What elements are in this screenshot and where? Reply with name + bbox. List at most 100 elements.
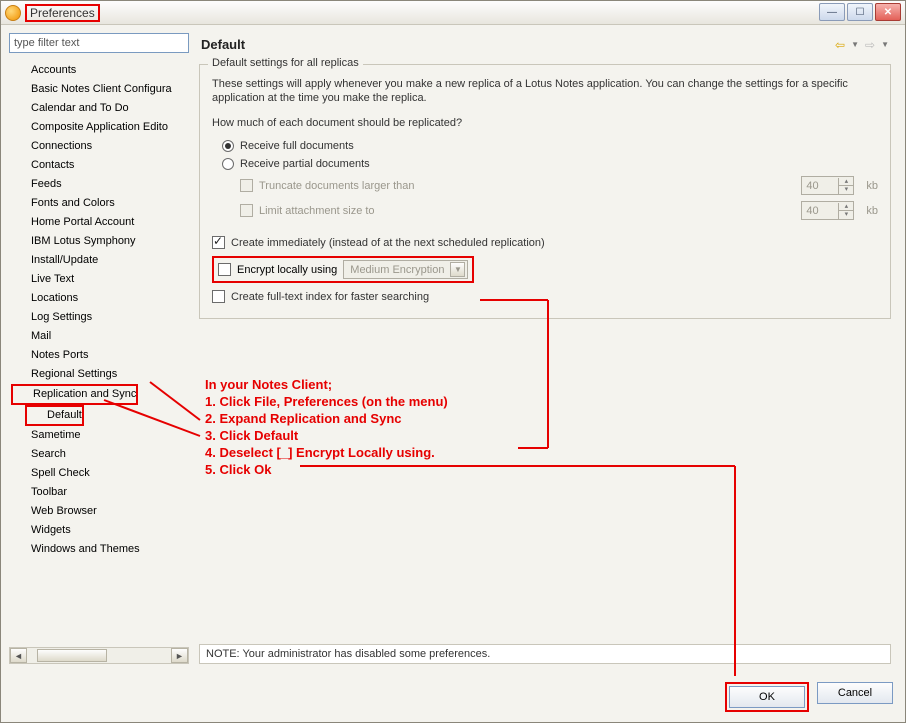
annotation-instructions: In your Notes Client; 1. Click File, Pre… — [205, 376, 448, 478]
truncate-unit: kb — [866, 180, 878, 192]
spin-down-icon: ▾ — [839, 211, 853, 219]
encrypt-row-highlight: Encrypt locally using Medium Encryption … — [212, 256, 474, 283]
instr-3: 3. Click Default — [205, 427, 448, 444]
create-immediately-row[interactable]: Create immediately (instead of at the ne… — [212, 233, 878, 252]
radio-partial-row[interactable]: Receive partial documents — [212, 155, 878, 173]
limit-row: Limit attachment size to ▴▾ kb — [212, 198, 878, 223]
tree-item-web-browser[interactable]: Web Browser — [9, 502, 189, 521]
scroll-right-icon[interactable]: ► — [171, 648, 188, 663]
filter-input[interactable] — [9, 33, 189, 53]
instr-0: In your Notes Client; — [205, 376, 448, 393]
titlebar: Preferences ― ☐ ✕ — [1, 1, 905, 25]
fulltext-checkbox[interactable] — [212, 290, 225, 303]
tree-item-spell-check[interactable]: Spell Check — [9, 464, 189, 483]
minimize-button[interactable]: ― — [819, 3, 845, 21]
truncate-spinner: ▴▾ — [801, 176, 854, 195]
truncate-value — [802, 180, 838, 192]
tree-item-basic-notes-client-configura[interactable]: Basic Notes Client Configura — [9, 80, 189, 99]
limit-spinner: ▴▾ — [801, 201, 854, 220]
tree-item-widgets[interactable]: Widgets — [9, 521, 189, 540]
scroll-thumb[interactable] — [37, 649, 107, 662]
tree-item-ibm-lotus-symphony[interactable]: IBM Lotus Symphony — [9, 232, 189, 251]
tree-item-contacts[interactable]: Contacts — [9, 156, 189, 175]
radio-full[interactable] — [222, 140, 234, 152]
forward-icon[interactable]: ⇨ — [863, 38, 877, 52]
radio-partial-label: Receive partial documents — [240, 158, 370, 170]
tree-item-live-text[interactable]: Live Text — [9, 270, 189, 289]
maximize-button[interactable]: ☐ — [847, 3, 873, 21]
right-pane: Default ⇦ ▼ ⇨ ▼ Default settings for all… — [199, 33, 897, 664]
truncate-row: Truncate documents larger than ▴▾ kb — [212, 173, 878, 198]
scroll-left-icon[interactable]: ◄ — [10, 648, 27, 663]
app-icon — [5, 5, 21, 21]
tree-item-windows-and-themes[interactable]: Windows and Themes — [9, 540, 189, 559]
left-pane: AccountsBasic Notes Client ConfiguraCale… — [9, 33, 189, 664]
tree-item-log-settings[interactable]: Log Settings — [9, 308, 189, 327]
admin-note: NOTE: Your administrator has disabled so… — [199, 644, 891, 664]
encrypt-dropdown: Medium Encryption ▼ — [343, 260, 468, 279]
tree-item-locations[interactable]: Locations — [9, 289, 189, 308]
radio-partial[interactable] — [222, 158, 234, 170]
group-description: These settings will apply whenever you m… — [212, 77, 878, 105]
scroll-track[interactable] — [27, 648, 171, 663]
forward-menu-icon[interactable]: ▼ — [879, 40, 891, 49]
tree-item-toolbar[interactable]: Toolbar — [9, 483, 189, 502]
tree-item-calendar-and-to-do[interactable]: Calendar and To Do — [9, 99, 189, 118]
limit-label: Limit attachment size to — [259, 205, 375, 217]
tree-item-install-update[interactable]: Install/Update — [9, 251, 189, 270]
limit-unit: kb — [866, 205, 878, 217]
radio-full-label: Receive full documents — [240, 140, 354, 152]
encrypt-label: Encrypt locally using — [237, 264, 337, 276]
tree-item-search[interactable]: Search — [9, 445, 189, 464]
nav-arrows: ⇦ ▼ ⇨ ▼ — [833, 38, 891, 52]
button-bar: OK Cancel — [1, 672, 905, 722]
encrypt-value: Medium Encryption — [350, 264, 444, 276]
page-title: Default — [201, 37, 245, 52]
tree-item-replication-and-sync[interactable]: Replication and Sync — [11, 384, 138, 405]
create-immediately-checkbox[interactable] — [212, 236, 225, 249]
tree-item-feeds[interactable]: Feeds — [9, 175, 189, 194]
tree-item-sametime[interactable]: Sametime — [9, 426, 189, 445]
replication-question: How much of each document should be repl… — [212, 117, 878, 129]
chevron-down-icon: ▼ — [450, 262, 465, 277]
spin-up-icon: ▴ — [839, 178, 853, 186]
tree-item-composite-application-edito[interactable]: Composite Application Edito — [9, 118, 189, 137]
instr-1: 1. Click File, Preferences (on the menu) — [205, 393, 448, 410]
tree-item-regional-settings[interactable]: Regional Settings — [9, 365, 189, 384]
body-area: AccountsBasic Notes Client ConfiguraCale… — [1, 25, 905, 672]
window-title: Preferences — [25, 4, 100, 22]
tree-item-connections[interactable]: Connections — [9, 137, 189, 156]
back-menu-icon[interactable]: ▼ — [849, 40, 861, 49]
instr-2: 2. Expand Replication and Sync — [205, 410, 448, 427]
truncate-checkbox — [240, 179, 253, 192]
preferences-window: Preferences ― ☐ ✕ AccountsBasic Notes Cl… — [0, 0, 906, 723]
limit-checkbox — [240, 204, 253, 217]
limit-value — [802, 205, 838, 217]
spin-up-icon: ▴ — [839, 203, 853, 211]
ok-button-highlight: OK — [725, 682, 809, 712]
back-icon[interactable]: ⇦ — [833, 38, 847, 52]
window-controls: ― ☐ ✕ — [819, 3, 901, 21]
radio-full-row[interactable]: Receive full documents — [212, 137, 878, 155]
preferences-tree[interactable]: AccountsBasic Notes Client ConfiguraCale… — [9, 57, 189, 643]
truncate-label: Truncate documents larger than — [259, 180, 415, 192]
close-button[interactable]: ✕ — [875, 3, 901, 21]
fulltext-row[interactable]: Create full-text index for faster search… — [212, 287, 878, 306]
ok-button[interactable]: OK — [729, 686, 805, 708]
tree-item-accounts[interactable]: Accounts — [9, 61, 189, 80]
group-title: Default settings for all replicas — [208, 57, 363, 69]
tree-item-home-portal-account[interactable]: Home Portal Account — [9, 213, 189, 232]
tree-item-fonts-and-colors[interactable]: Fonts and Colors — [9, 194, 189, 213]
tree-hscrollbar[interactable]: ◄ ► — [9, 647, 189, 664]
instr-4: 4. Deselect [_] Encrypt Locally using. — [205, 444, 448, 461]
tree-item-mail[interactable]: Mail — [9, 327, 189, 346]
tree-item-default[interactable]: Default — [25, 405, 84, 426]
instr-5: 5. Click Ok — [205, 461, 448, 478]
fulltext-label: Create full-text index for faster search… — [231, 291, 429, 303]
create-immediately-label: Create immediately (instead of at the ne… — [231, 237, 545, 249]
encrypt-checkbox[interactable] — [218, 263, 231, 276]
default-settings-group: Default settings for all replicas These … — [199, 64, 891, 319]
cancel-button[interactable]: Cancel — [817, 682, 893, 704]
spin-down-icon: ▾ — [839, 186, 853, 194]
tree-item-notes-ports[interactable]: Notes Ports — [9, 346, 189, 365]
